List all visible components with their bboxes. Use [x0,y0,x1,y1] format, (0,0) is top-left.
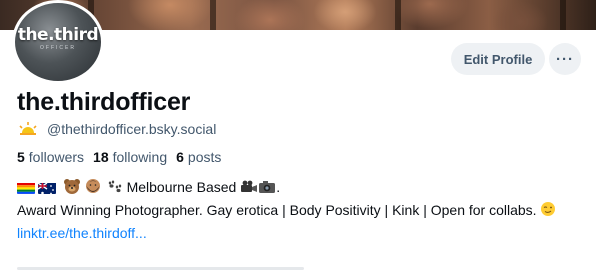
followers-stat[interactable]: 5 followers [17,149,84,165]
bio-line-1: Melbourne Based . [17,177,577,200]
display-name: the.thirdofficer [17,88,191,116]
avatar-logo-subtext: OFFICER [40,45,76,51]
camera-icon [258,180,276,200]
following-stat[interactable]: 18 following [93,149,167,165]
bio-link[interactable]: linktr.ee/the.thirdoff... [17,225,147,241]
followers-count: 5 [17,149,25,165]
bearded-man-icon [85,178,101,200]
rainbow-flag-icon [17,181,35,194]
following-label: following [112,149,168,165]
avatar-logo-text: the.third [17,25,99,45]
followers-label: followers [28,149,85,165]
avatar[interactable]: the.third OFFICER [12,0,104,84]
profile-handle[interactable]: @thethirdofficer.bsky.social [47,121,216,137]
following-count: 18 [93,149,109,165]
edit-profile-button[interactable]: Edit Profile [451,43,545,75]
paw-prints-icon [105,178,123,200]
bio-location-text: Melbourne Based [126,179,237,195]
handle-row: @thethirdofficer.bsky.social [17,121,216,137]
sun-icon [17,121,39,137]
movie-camera-icon [240,180,258,200]
posts-count: 6 [176,149,184,165]
more-options-button[interactable]: ··· [549,43,581,75]
australia-flag-icon [38,181,56,194]
posts-stat: 6 posts [176,149,221,165]
profile-bio: Melbourne Based . Award Winning Photogra… [17,177,577,243]
posts-label: posts [187,149,222,165]
bio-line-1-end: . [276,179,281,195]
wink-icon [540,201,556,223]
bear-icon [63,178,81,200]
profile-stats: 5 followers 18 following 6 posts [17,149,230,165]
ellipsis-icon: ··· [556,50,574,68]
bio-description: Award Winning Photographer. Gay erotica … [17,202,537,218]
bio-line-2: Award Winning Photographer. Gay erotica … [17,200,577,223]
